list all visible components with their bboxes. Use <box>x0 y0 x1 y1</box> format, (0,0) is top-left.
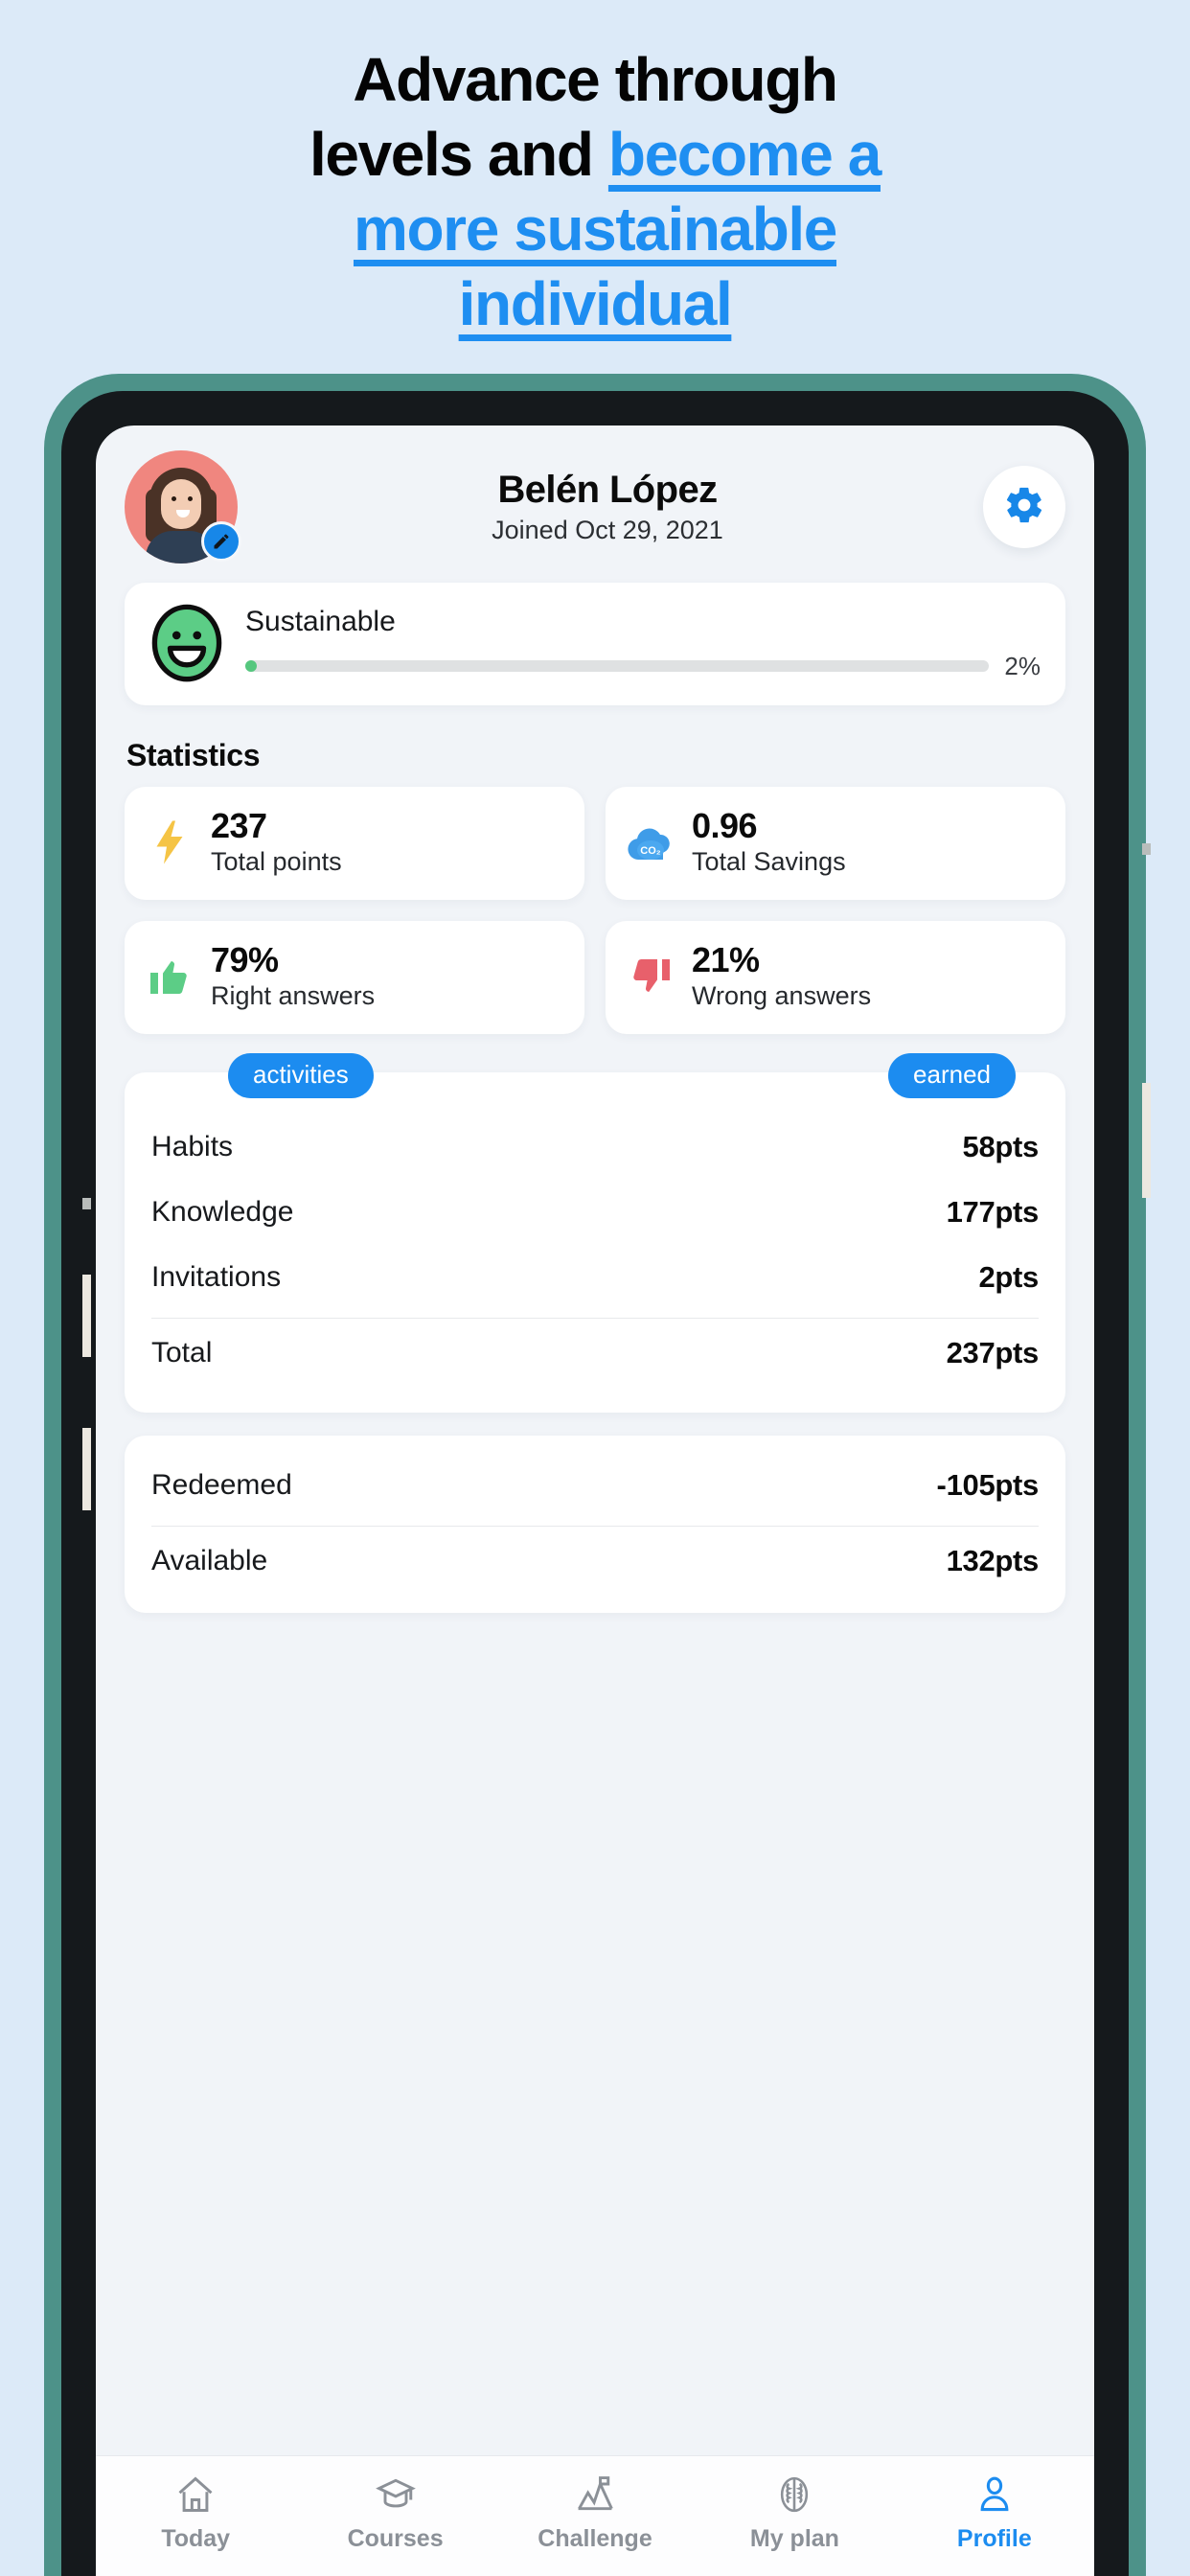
row-label: Redeemed <box>151 1469 292 1502</box>
stat-value: 79% <box>211 940 279 980</box>
headline-line-1: Advance through <box>353 45 838 114</box>
person-icon <box>973 2472 1016 2518</box>
promo-headline: Advance through levels and become a more… <box>57 42 1133 341</box>
points-card: Habits 58pts Knowledge 177pts Invitation… <box>125 1072 1065 1414</box>
nav-label: My plan <box>749 2525 839 2552</box>
nav-label: Profile <box>956 2525 1032 2552</box>
divider <box>151 1318 1039 1320</box>
level-progress-row: 2% <box>245 652 1041 681</box>
headline-link-part-3: individual <box>458 269 733 339</box>
progress-bar <box>245 660 990 672</box>
settings-button[interactable] <box>983 466 1065 548</box>
profile-identity: Belén López Joined Oct 29, 2021 <box>238 469 983 545</box>
chip-earned: earned <box>888 1053 1016 1099</box>
pencil-icon[interactable] <box>201 521 241 562</box>
phone-button-volume-up <box>82 1275 91 1357</box>
lightning-bolt-icon <box>144 816 195 868</box>
thumbs-up-icon <box>144 951 195 1002</box>
bottom-navigation: Today Courses Challenge My plan Profile <box>96 2455 1094 2576</box>
stat-card-wrong-answers[interactable]: 21% Wrong answers <box>606 921 1065 1035</box>
promo-page: Advance through levels and become a more… <box>0 0 1190 2576</box>
stat-label: Total Savings <box>692 847 846 877</box>
statistics-grid: 237 Total points CO₂ 0.96 Total Savings … <box>96 787 1094 1035</box>
brain-icon <box>773 2472 815 2518</box>
table-row: Invitations 2pts <box>151 1245 1039 1310</box>
nav-item-profile[interactable]: Profile <box>895 2472 1094 2553</box>
nav-item-my-plan[interactable]: My plan <box>695 2472 894 2553</box>
headline-line-2-plain: levels and <box>309 120 608 190</box>
table-row: Redeemed -105pts <box>151 1453 1039 1518</box>
balance-card: Redeemed -105pts Available 132pts <box>125 1436 1065 1614</box>
table-row: Knowledge 177pts <box>151 1180 1039 1245</box>
joined-date: Joined Oct 29, 2021 <box>492 516 723 544</box>
graduation-cap-icon <box>375 2472 417 2518</box>
phone-button-mute <box>82 1198 91 1209</box>
phone-mockup: Belén López Joined Oct 29, 2021 Sustaina… <box>44 374 1146 2576</box>
avatar[interactable] <box>125 450 241 564</box>
nav-label: Today <box>161 2525 231 2552</box>
stat-value: 21% <box>692 940 760 980</box>
svg-text:CO₂: CO₂ <box>640 845 661 857</box>
level-info: Sustainable 2% <box>228 606 1041 681</box>
page-title: Belén López <box>497 469 719 511</box>
profile-header: Belén López Joined Oct 29, 2021 <box>96 426 1094 577</box>
co2-cloud-icon: CO₂ <box>625 816 676 868</box>
table-row: Habits 58pts <box>151 1115 1039 1180</box>
stat-label: Right answers <box>211 981 376 1011</box>
nav-item-today[interactable]: Today <box>96 2472 295 2553</box>
gear-icon <box>1003 484 1045 531</box>
stat-label: Total points <box>211 847 342 877</box>
headline-link-part-2: more sustainable <box>353 195 837 264</box>
phone-bezel: Belén López Joined Oct 29, 2021 Sustaina… <box>61 391 1129 2576</box>
level-label: Sustainable <box>245 605 396 637</box>
table-row: Available 132pts <box>151 1529 1039 1594</box>
row-value: 237pts <box>946 1336 1040 1370</box>
progress-percent: 2% <box>1004 651 1041 680</box>
row-label: Knowledge <box>151 1196 294 1229</box>
thumbs-down-icon <box>625 951 676 1002</box>
table-row-total: Total 237pts <box>151 1321 1039 1386</box>
chip-activities: activities <box>228 1053 374 1099</box>
row-value: 2pts <box>978 1260 1039 1295</box>
row-label: Invitations <box>151 1261 282 1294</box>
phone-screen: Belén López Joined Oct 29, 2021 Sustaina… <box>96 426 1094 2576</box>
home-icon <box>174 2472 217 2518</box>
progress-bar-fill <box>245 660 257 672</box>
nav-label: Challenge <box>538 2525 652 2552</box>
divider <box>151 1526 1039 1528</box>
stat-value: 237 <box>211 806 267 845</box>
row-value: 132pts <box>946 1544 1040 1578</box>
nav-item-courses[interactable]: Courses <box>295 2472 494 2553</box>
phone-button-volume-down <box>82 1428 91 1510</box>
level-card[interactable]: Sustainable 2% <box>125 583 1065 705</box>
stat-card-total-points[interactable]: 237 Total points <box>125 787 584 901</box>
mountain-flag-icon <box>574 2472 616 2518</box>
headline-link-part-1: become a <box>607 120 881 190</box>
row-value: 177pts <box>946 1195 1040 1230</box>
stat-label: Wrong answers <box>692 981 872 1011</box>
phone-button-power <box>1142 1083 1151 1198</box>
phone-button-marker-right <box>1142 843 1151 855</box>
statistics-title: Statistics <box>126 738 261 772</box>
nav-item-challenge[interactable]: Challenge <box>495 2472 695 2553</box>
points-breakdown: activities earned Habits 58pts Knowledge… <box>125 1053 1065 1414</box>
stat-value: 0.96 <box>692 806 758 845</box>
row-value: 58pts <box>962 1130 1040 1164</box>
stat-card-total-savings[interactable]: CO₂ 0.96 Total Savings <box>606 787 1065 901</box>
row-label: Total <box>151 1337 213 1369</box>
nav-label: Courses <box>347 2525 444 2552</box>
row-label: Habits <box>151 1131 234 1163</box>
smiley-face-icon <box>146 602 228 684</box>
row-value: -105pts <box>936 1468 1040 1503</box>
stat-card-right-answers[interactable]: 79% Right answers <box>125 921 584 1035</box>
row-label: Available <box>151 1545 268 1577</box>
